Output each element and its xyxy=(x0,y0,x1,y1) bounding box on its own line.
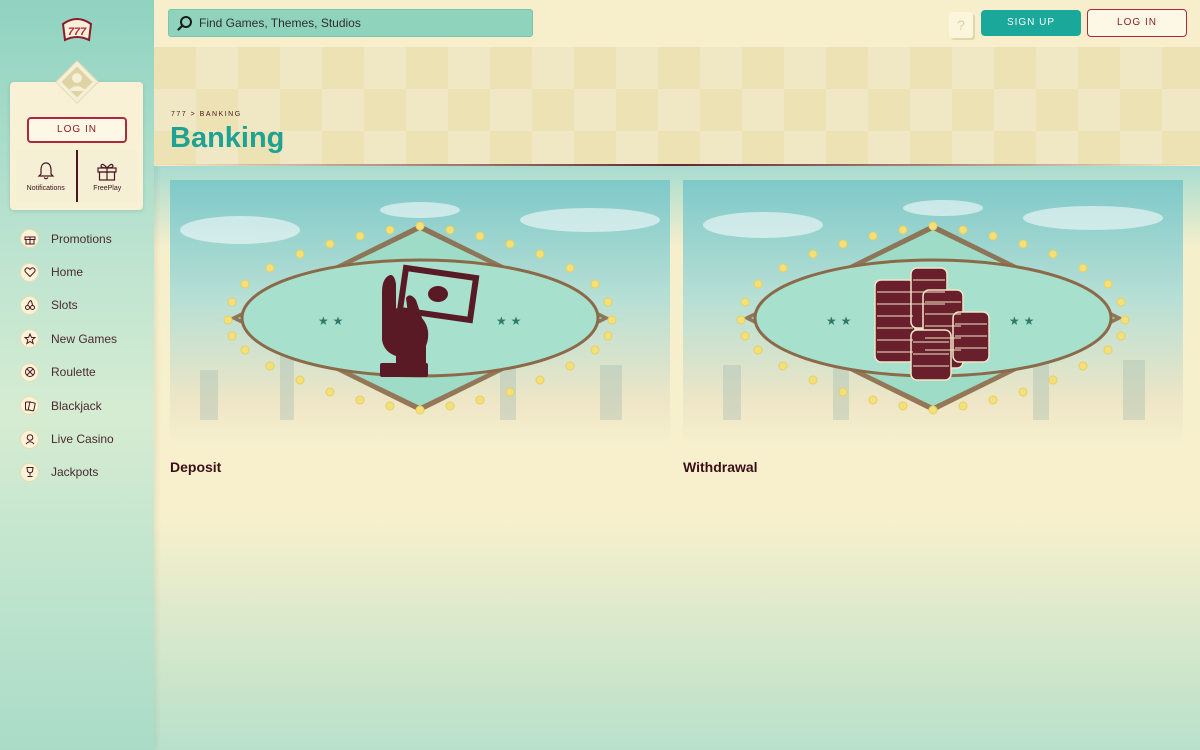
heart-icon xyxy=(20,262,39,282)
gift-icon xyxy=(20,229,39,249)
notifications-label: Notifications xyxy=(26,184,65,192)
banner-divider xyxy=(154,164,1200,166)
sidebar-login-button[interactable]: LOG IN xyxy=(27,117,127,143)
quick-tiles: Notifications FreePlay xyxy=(16,150,137,202)
top-bar: ? SIGN UP LOG IN xyxy=(154,0,1200,47)
sidebar-item-label: Roulette xyxy=(51,365,96,380)
cards-icon xyxy=(20,396,39,416)
gift-icon xyxy=(97,163,117,181)
page-title: Banking xyxy=(170,122,285,154)
sidebar-item-label: Live Casino xyxy=(51,432,114,447)
help-button[interactable]: ? xyxy=(949,12,973,38)
sidebar-item-slots[interactable]: Slots xyxy=(20,289,150,322)
deposit-card[interactable]: ★ ★ ★ ★ xyxy=(170,180,670,442)
sidebar-item-jackpots[interactable]: Jackpots xyxy=(20,456,150,489)
roulette-icon xyxy=(20,362,39,382)
withdrawal-card[interactable]: ★ ★ ★ ★ xyxy=(683,180,1183,442)
dealer-icon xyxy=(20,429,39,449)
svg-text:★ ★: ★ ★ xyxy=(826,314,851,328)
breadcrumb[interactable]: 777 > BANKING xyxy=(171,111,242,118)
header-banner xyxy=(154,47,1200,165)
bell-icon xyxy=(37,161,55,179)
sidebar-item-label: Blackjack xyxy=(51,398,102,413)
sidebar-item-blackjack[interactable]: Blackjack xyxy=(20,389,150,422)
sidebar-item-label: New Games xyxy=(51,331,118,346)
logo-text: 777 xyxy=(68,26,87,38)
log-in-button[interactable]: LOG IN xyxy=(1087,9,1187,37)
sidebar-nav: Promotions Home Slots New Games Roulette xyxy=(20,222,150,489)
logo[interactable]: 777 xyxy=(60,16,94,44)
sign-up-button[interactable]: SIGN UP xyxy=(981,10,1081,36)
sidebar-item-roulette[interactable]: Roulette xyxy=(20,356,150,389)
notifications-tile[interactable]: Notifications xyxy=(16,150,78,202)
deposit-card-art: ★ ★ ★ ★ xyxy=(170,180,670,442)
sidebar-item-label: Jackpots xyxy=(51,465,99,480)
cherries-icon xyxy=(20,295,39,315)
search-bar[interactable] xyxy=(168,9,533,37)
sidebar-item-promotions[interactable]: Promotions xyxy=(20,222,150,255)
svg-text:★ ★: ★ ★ xyxy=(318,314,343,328)
deposit-label[interactable]: Deposit xyxy=(170,459,221,475)
withdrawal-label[interactable]: Withdrawal xyxy=(683,459,758,475)
sidebar-item-label: Home xyxy=(51,265,84,280)
sidebar-item-new-games[interactable]: New Games xyxy=(20,322,150,355)
withdrawal-card-art: ★ ★ ★ ★ xyxy=(683,180,1183,442)
sidebar-item-home[interactable]: Home xyxy=(20,255,150,288)
star-icon xyxy=(20,329,39,349)
avatar xyxy=(55,60,99,104)
search-input[interactable] xyxy=(199,16,519,30)
svg-text:★ ★: ★ ★ xyxy=(1009,314,1034,328)
sidebar-item-label: Promotions xyxy=(51,231,112,246)
svg-text:★ ★: ★ ★ xyxy=(496,314,521,328)
sidebar: 777 LOG IN Notifications FreePlay Promot… xyxy=(0,0,154,750)
freeplay-label: FreePlay xyxy=(93,184,122,192)
sidebar-item-label: Slots xyxy=(51,298,78,313)
search-icon xyxy=(177,16,192,31)
freeplay-tile[interactable]: FreePlay xyxy=(77,150,137,202)
trophy-icon xyxy=(20,462,39,482)
sidebar-item-live-casino[interactable]: Live Casino xyxy=(20,422,150,455)
